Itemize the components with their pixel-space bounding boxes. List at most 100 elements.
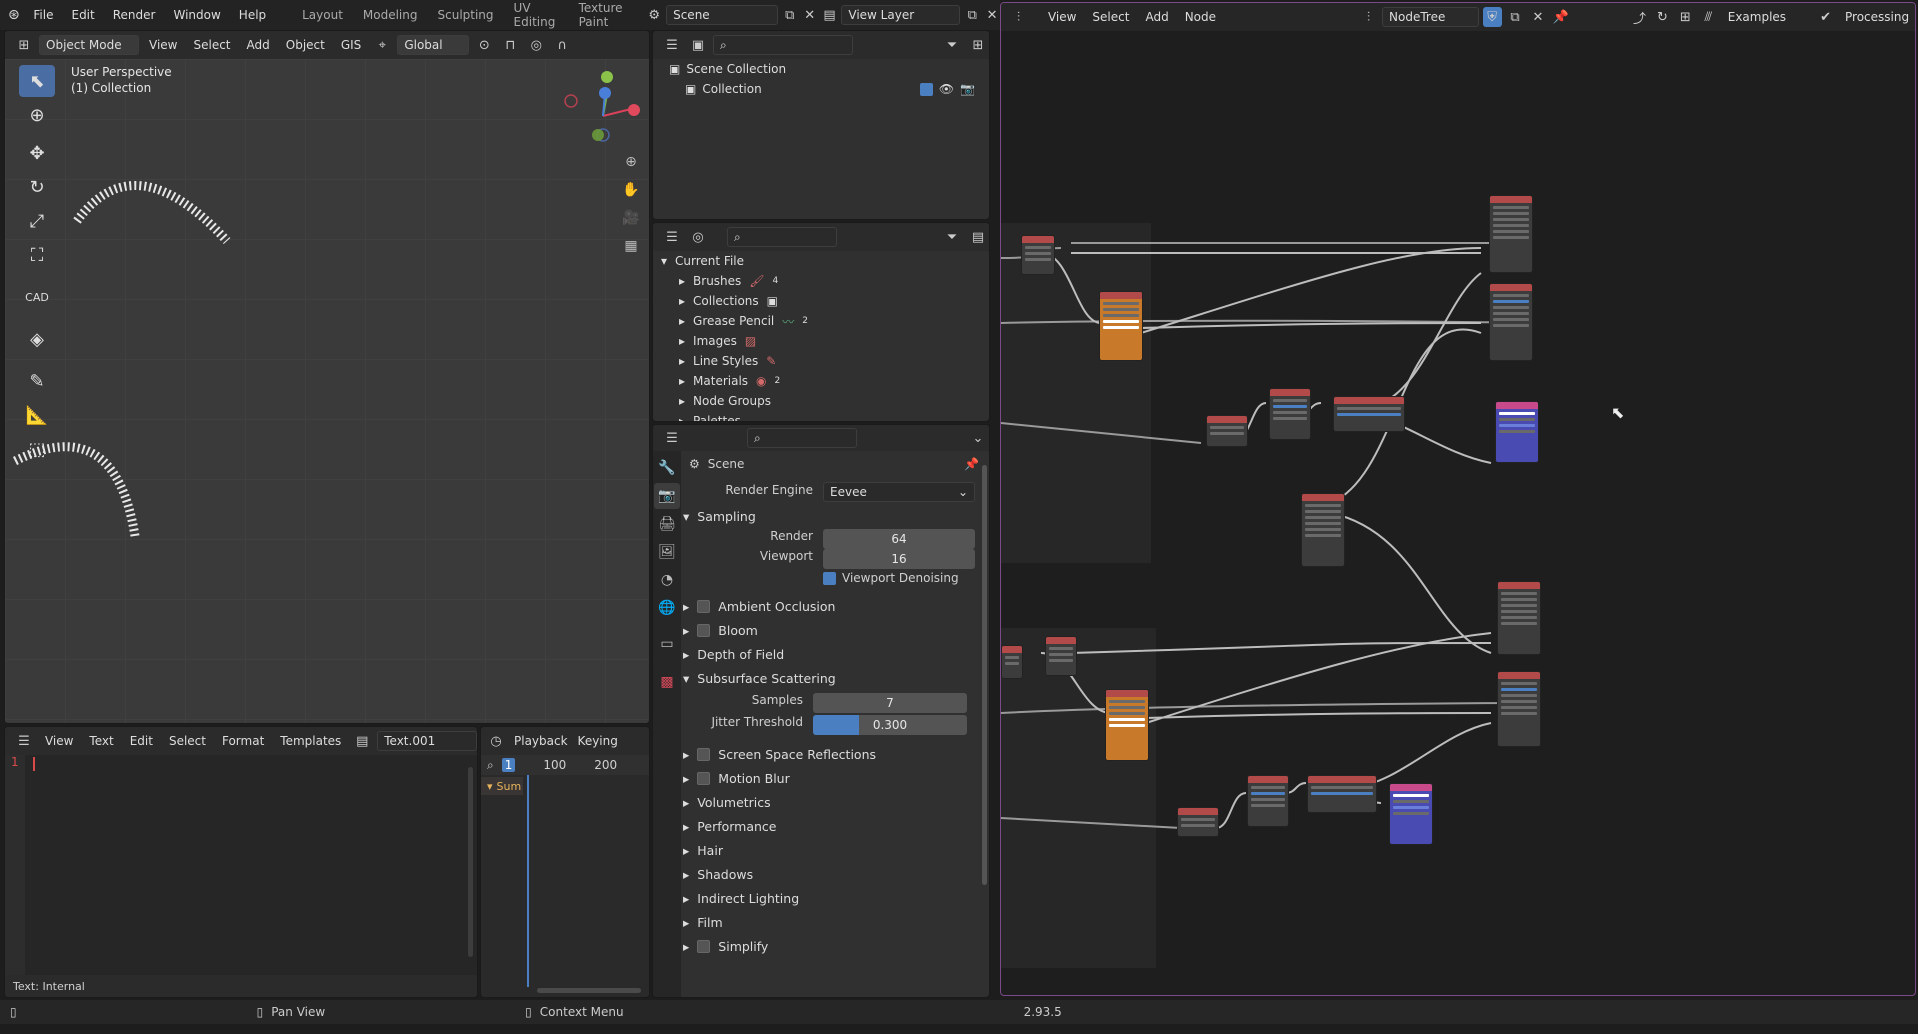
playhead[interactable] [527, 775, 529, 987]
panel-shadows[interactable]: ▸ Shadows [683, 863, 979, 885]
texture-tab-icon[interactable]: ▩ [654, 669, 680, 695]
panel-screen-space-reflections[interactable]: ▸ Screen Space Reflections [683, 743, 979, 765]
render-camera-icon[interactable]: 📷 [960, 82, 975, 96]
text-menu-format[interactable]: Format [216, 732, 270, 750]
node-number-range-2[interactable] [1247, 775, 1289, 827]
tree-item-line-styles[interactable]: ▸ Line Styles ✎ [653, 351, 989, 371]
panel-sampling[interactable]: ▾ Sampling [683, 505, 979, 527]
render-engine-dropdown[interactable]: Eevee ⌄ [823, 482, 975, 502]
blendfile-editor-icon[interactable]: ☰ [661, 227, 683, 247]
new-scene-icon[interactable]: ⧉ [782, 5, 798, 25]
output-tab-icon[interactable]: 🖨 [654, 511, 680, 537]
menu-window[interactable]: Window [166, 5, 227, 25]
node-mesh-join-2[interactable] [1497, 581, 1541, 655]
view-layer-selector[interactable]: View Layer [841, 5, 961, 25]
new-view-layer-icon[interactable]: ⧉ [964, 5, 980, 25]
current-frame[interactable]: 1 [501, 758, 516, 772]
collection-tab-icon[interactable]: ▭ [654, 631, 680, 657]
curve-object-top[interactable] [73, 181, 231, 245]
properties-scrollbar[interactable] [982, 465, 987, 885]
panel-volumetrics[interactable]: ▸ Volumetrics [683, 791, 979, 813]
panel-enable-checkbox[interactable] [697, 747, 711, 761]
node-number-range-1[interactable] [1269, 388, 1311, 440]
panel-enable-checkbox[interactable] [697, 623, 711, 637]
blendfile-filter-icon[interactable]: ⏷ [941, 227, 963, 247]
blendfile-search[interactable]: ⌕ [727, 227, 837, 247]
panel-indirect-lighting[interactable]: ▸ Indirect Lighting [683, 887, 979, 909]
node-viewer-draw-1[interactable] [1099, 291, 1143, 361]
blender-logo-icon[interactable]: ⊛ [8, 7, 22, 23]
current-file-row[interactable]: ▾ Current File [653, 251, 989, 271]
new-collection-icon[interactable]: ⊞ [967, 35, 989, 55]
tree-item-materials[interactable]: ▸ Materials ◉ 2 [653, 371, 989, 391]
properties-options-icon[interactable]: ⌄ [967, 428, 989, 448]
pin-icon[interactable]: 📌 [964, 457, 979, 471]
close-scene-icon[interactable]: ✕ [802, 5, 818, 25]
display-mode-icon[interactable]: ▣ [687, 35, 709, 55]
text-scrollbar[interactable] [468, 767, 473, 957]
panel-motion-blur[interactable]: ▸ Motion Blur [683, 767, 979, 789]
filter-icon[interactable]: ⏷ [941, 35, 963, 55]
zoom-icon[interactable]: ⊕ [618, 149, 644, 175]
timeline-search-icon[interactable]: ⌕ [487, 758, 494, 773]
panel-hair[interactable]: ▸ Hair [683, 839, 979, 861]
view-layer-tab-icon[interactable]: 🖼 [654, 539, 680, 565]
node-list-length-1[interactable] [1206, 415, 1248, 447]
collection-exclude-checkbox[interactable] [919, 82, 933, 96]
node-viewer-draw-2[interactable] [1105, 689, 1149, 761]
camera-icon[interactable]: 🎥 [618, 205, 644, 231]
summary-track[interactable]: ▾ Sum [481, 777, 523, 795]
menu-file[interactable]: File [26, 5, 60, 25]
viewport-area[interactable]: ⊞ Object Mode View Select Add Object GIS… [4, 30, 650, 724]
node-bevel-2[interactable] [1497, 671, 1541, 747]
gizmo-y-axis[interactable] [601, 71, 613, 83]
text-datablock-icon[interactable]: ▤ [351, 731, 373, 751]
node-viewer-index-1[interactable] [1495, 401, 1539, 463]
panel-enable-checkbox[interactable] [697, 939, 711, 953]
blendfile-options-icon[interactable]: ▤ [967, 227, 989, 247]
properties-search[interactable]: ⌕ [747, 428, 857, 448]
panel-enable-checkbox[interactable] [697, 771, 711, 785]
node-mesh-join-1[interactable] [1489, 195, 1533, 273]
node-formula-1[interactable] [1333, 396, 1405, 432]
tab-uv-editing[interactable]: UV Editing [506, 0, 567, 33]
blendfile-mode-icon[interactable]: ◎ [687, 227, 709, 247]
node-formula-2[interactable] [1307, 775, 1377, 813]
text-menu-select[interactable]: Select [163, 732, 212, 750]
timeline-ruler[interactable]: ⌕ 1 100 200 [481, 755, 649, 775]
render-tab-icon[interactable]: 📷 [654, 483, 680, 509]
timeline-menu-playback[interactable]: Playback [511, 732, 571, 750]
panel-bloom[interactable]: ▸ Bloom [683, 619, 979, 641]
panel-subsurface-scattering[interactable]: ▾ Subsurface Scattering [683, 667, 979, 689]
jitter-threshold-slider[interactable]: 0.300 [813, 715, 967, 735]
timeline-editor-icon[interactable]: ◷ [485, 731, 507, 751]
tree-item-images[interactable]: ▸ Images ▨ [653, 331, 989, 351]
node-bevel-1[interactable] [1489, 283, 1533, 361]
view-layer-icon[interactable]: ▤ [822, 5, 838, 25]
text-menu-edit[interactable]: Edit [124, 732, 159, 750]
panel-ambient-occlusion[interactable]: ▸ Ambient Occlusion [683, 595, 979, 617]
outliner-editor-icon[interactable]: ☰ [661, 35, 683, 55]
render-samples-field[interactable]: 64 [823, 529, 975, 549]
ortho-grid-icon[interactable]: ▦ [618, 233, 644, 259]
world-tab-icon[interactable]: 🌐 [654, 595, 680, 621]
node-vectors-in-2[interactable] [1001, 645, 1023, 679]
panel-simplify[interactable]: ▸ Simplify [683, 935, 979, 957]
close-view-layer-icon[interactable]: ✕ [984, 5, 1000, 25]
tree-item-palettes[interactable]: ▸ Palettes [653, 411, 989, 421]
visibility-eye-icon[interactable]: 👁 [939, 82, 954, 96]
panel-film[interactable]: ▸ Film [683, 911, 979, 933]
tool-tab-icon[interactable]: 🔧 [654, 455, 680, 481]
outliner-scene-collection[interactable]: ▣ Scene Collection [653, 59, 989, 79]
node-vectors-in-1[interactable] [1021, 235, 1055, 275]
text-menu-view[interactable]: View [39, 732, 79, 750]
panel-depth-of-field[interactable]: ▸ Depth of Field [683, 643, 979, 665]
scene-tab-icon[interactable]: ◔ [654, 567, 680, 593]
tab-sculpting[interactable]: Sculpting [430, 4, 502, 26]
pan-hand-icon[interactable]: ✋ [618, 177, 644, 203]
tab-texture-paint[interactable]: Texture Paint [571, 0, 643, 33]
node-vectors-in-3[interactable] [1045, 636, 1077, 676]
viewport-samples-field[interactable]: 16 [823, 549, 975, 569]
scene-selector[interactable]: Scene [666, 5, 778, 25]
gizmo-x-axis[interactable] [628, 104, 640, 116]
